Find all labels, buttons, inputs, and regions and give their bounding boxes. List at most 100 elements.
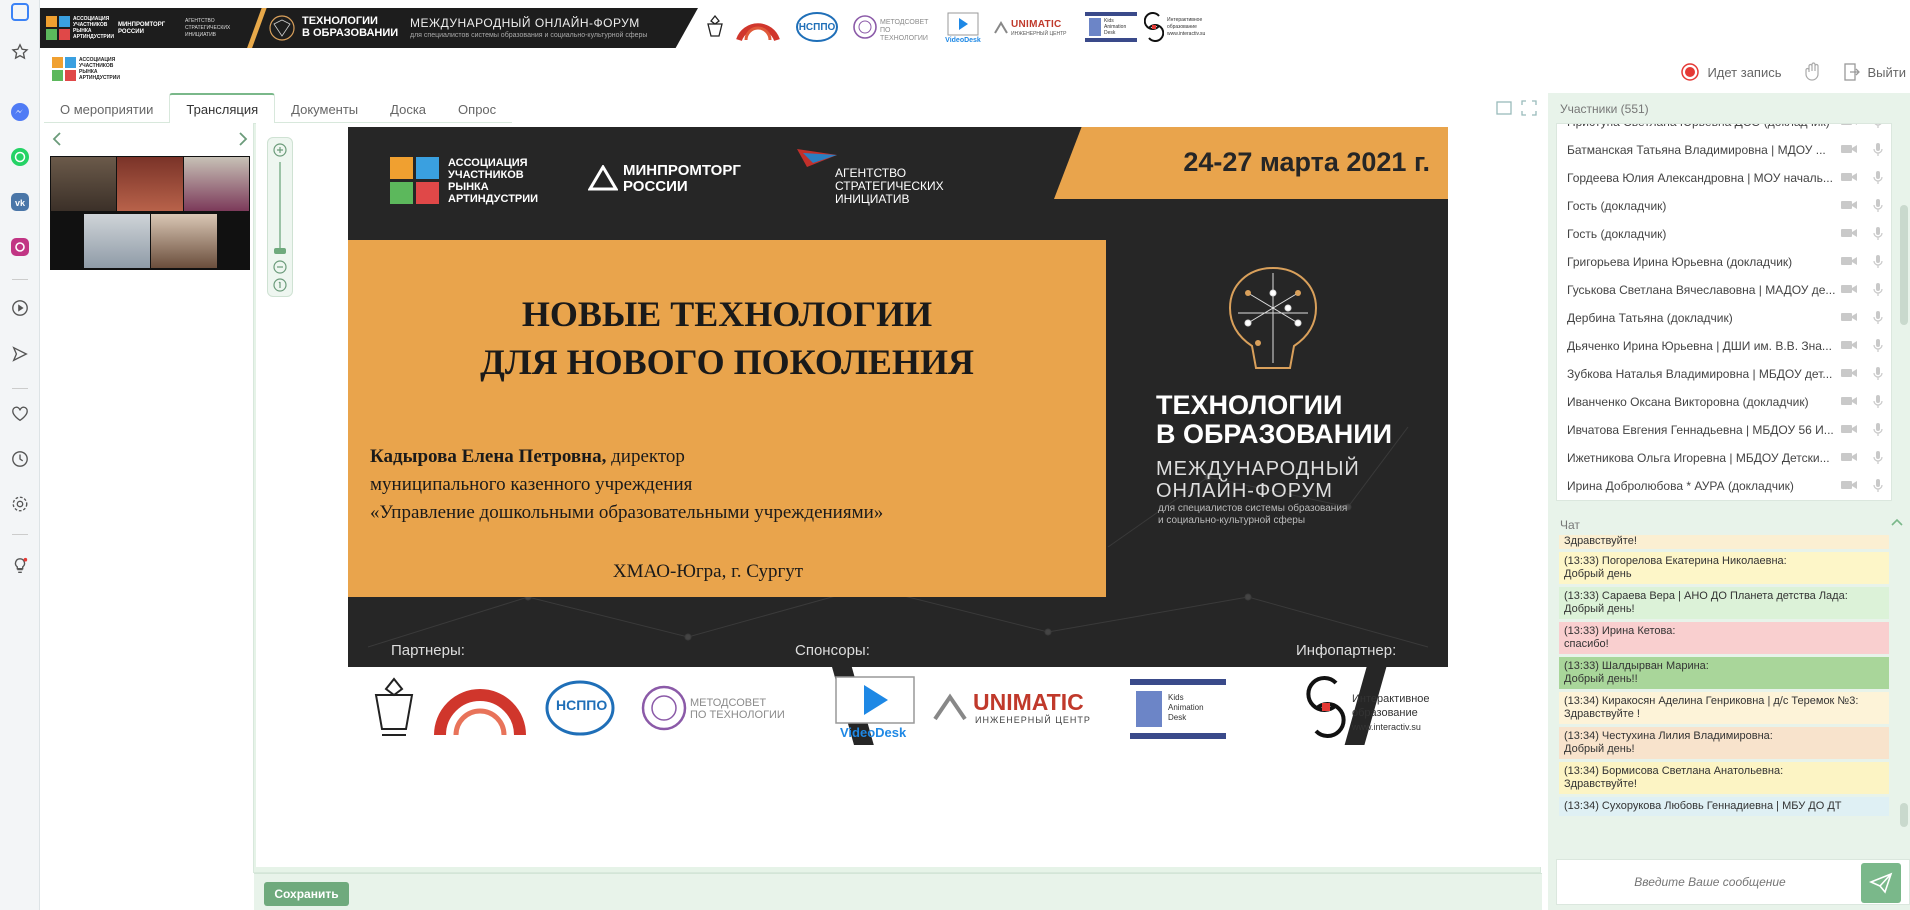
gear-icon[interactable] [9,493,31,515]
video-tile[interactable] [151,214,217,268]
lightbulb-icon[interactable] [9,555,31,577]
camera-icon[interactable] [1841,143,1857,155]
home-icon[interactable] [9,1,31,23]
video-tile[interactable] [84,214,150,268]
camera-icon[interactable] [1841,339,1857,351]
camera-icon[interactable] [1841,227,1857,239]
chevron-up-icon[interactable] [1890,517,1904,527]
microphone-icon[interactable] [1873,227,1883,241]
fullscreen-icon[interactable] [1521,100,1537,116]
participant-name: Гость (докладчик) [1567,199,1667,213]
play-icon[interactable] [9,297,31,319]
participant-name: Дербина Татьяна (докладчик) [1567,311,1733,325]
participant-name: Ивчатова Евгения Геннадьевна | МБДОУ 56 … [1567,423,1834,437]
slide-agency-label: АГЕНТСТВО СТРАТЕГИЧЕСКИХ ИНИЦИАТИВ [835,166,944,206]
zoom-out-icon[interactable] [273,260,287,274]
zoom-reset-icon[interactable] [273,278,287,292]
camera-icon[interactable] [1841,123,1857,127]
camera-icon[interactable] [1841,479,1857,491]
messenger-icon[interactable] [9,101,31,123]
speaker-role: директор [606,446,685,467]
participant-name: Гордеева Юлия Александровна | МОУ началь… [1567,171,1833,185]
microphone-icon[interactable] [1873,255,1883,269]
chat-scrollbar[interactable] [1900,803,1908,827]
participants-list[interactable]: Приступа Светлана Юрьевна ДСО (докладчик… [1556,123,1892,501]
whatsapp-icon[interactable] [9,146,31,168]
camera-icon[interactable] [1841,311,1857,323]
save-button[interactable]: Сохранить [264,882,349,906]
send-icon[interactable] [9,343,31,365]
microphone-icon[interactable] [1873,283,1883,297]
institute-logo-icon [434,689,526,736]
video-tile[interactable] [51,157,116,211]
microphone-icon[interactable] [1873,199,1883,213]
chat-input-box[interactable] [1556,859,1910,905]
participant-row[interactable]: Гость (докладчик) [1557,220,1891,248]
participant-row[interactable]: Ирина Добролюбова * АУРА (докладчик) [1557,472,1891,500]
chat-messages[interactable]: Здравствуйте! (13:33) Погорелова Екатери… [1556,535,1892,848]
raise-hand-icon[interactable] [1804,62,1822,82]
tab-poll[interactable]: Опрос [442,97,513,123]
sidebar-divider [12,279,28,280]
camera-icon[interactable] [1841,423,1857,435]
participant-row[interactable]: Гуськова Светлана Вячеславовна | МАДОУ д… [1557,276,1891,304]
zoom-slider-handle[interactable] [274,248,286,254]
clock-icon[interactable] [9,448,31,470]
participant-row[interactable]: Дьяченко Ирина Юрьевна | ДШИ им. В.В. Зн… [1557,332,1891,360]
microphone-icon[interactable] [1873,143,1883,157]
participant-row[interactable]: Зубкова Наталья Владимировна | МБДОУ дет… [1557,360,1891,388]
microphone-icon[interactable] [1873,367,1883,381]
send-message-button[interactable] [1861,863,1901,903]
recording-indicator[interactable]: Идет запись [1681,63,1782,81]
metodsovet-logo: МЕТОДСОВЕТ ПО ТЕХНОЛОГИИ [852,10,932,44]
chat-message-input[interactable] [1565,868,1855,896]
participant-row[interactable]: Гордеева Юлия Александровна | МОУ началь… [1557,164,1891,192]
camera-icon[interactable] [1841,395,1857,407]
video-grid[interactable] [50,156,250,270]
participant-row[interactable]: Ижетникова Ольга Игоревна | МБДОУ Детски… [1557,444,1891,472]
camera-icon[interactable] [1841,199,1857,211]
tab-bar: О мероприятии Трансляция Документы Доска… [44,93,513,123]
microphone-icon[interactable] [1873,479,1883,493]
microphone-icon[interactable] [1873,451,1883,465]
tab-board[interactable]: Доска [374,97,443,123]
heart-icon[interactable] [9,403,31,425]
exit-button[interactable]: Выйти [1843,63,1906,81]
participant-row[interactable]: Григорьева Ирина Юрьевна (докладчик) [1557,248,1891,276]
participant-row[interactable]: Дербина Татьяна (докладчик) [1557,304,1891,332]
slide-interactive-label-2: образование [1352,707,1418,719]
participant-row[interactable]: Гость (докладчик) [1557,192,1891,220]
participant-row[interactable]: Ивчатова Евгения Геннадьевна | МБДОУ 56 … [1557,416,1891,444]
camera-icon[interactable] [1841,171,1857,183]
instagram-icon[interactable] [9,236,31,258]
participant-row[interactable]: Приступа Светлана Юрьевна ДСО (докладчик… [1557,123,1891,136]
chevron-right-icon[interactable] [238,131,248,147]
microphone-icon[interactable] [1873,171,1883,185]
microphone-icon[interactable] [1873,311,1883,325]
microphone-icon[interactable] [1873,423,1883,437]
zoom-control[interactable] [267,137,293,297]
camera-icon[interactable] [1841,367,1857,379]
video-tile[interactable] [184,157,249,211]
camera-icon[interactable] [1841,451,1857,463]
camera-icon[interactable] [1841,255,1857,267]
microphone-icon[interactable] [1873,123,1883,129]
star-icon[interactable] [9,41,31,63]
participants-scrollbar[interactable] [1900,205,1908,325]
sponsors-label: Спонсоры: [795,642,870,659]
zoom-in-icon[interactable] [273,143,287,157]
tab-about[interactable]: О мероприятии [44,97,170,123]
microphone-icon[interactable] [1873,339,1883,353]
video-tile[interactable] [117,157,183,211]
layout-single-icon[interactable] [1496,101,1512,115]
participant-row[interactable]: Иванченко Оксана Викторовна (докладчик) [1557,388,1891,416]
participant-row[interactable]: Батманская Татьяна Владимировна | МДОУ .… [1557,136,1891,164]
microphone-icon[interactable] [1873,395,1883,409]
chevron-left-icon[interactable] [52,131,62,147]
slide-nspo-label: НСППО [556,697,608,713]
vk-icon[interactable]: vk [9,191,31,213]
camera-icon[interactable] [1841,283,1857,295]
tab-documents[interactable]: Документы [275,97,375,123]
tab-broadcast[interactable]: Трансляция [169,93,276,123]
zoom-slider-track[interactable] [279,162,281,252]
